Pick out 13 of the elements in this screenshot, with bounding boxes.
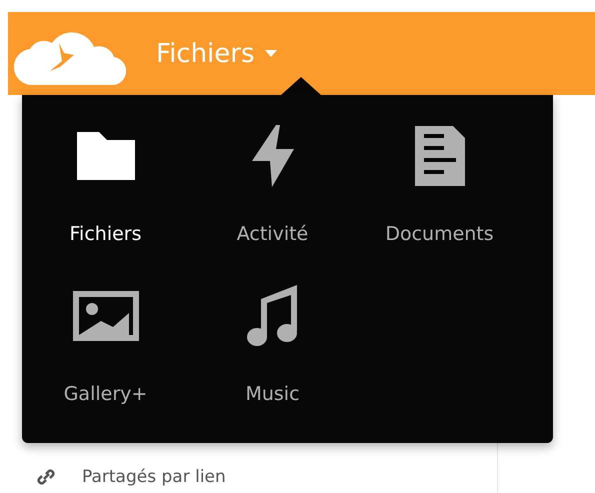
music-note-icon bbox=[246, 285, 298, 347]
image-icon bbox=[72, 291, 138, 341]
document-icon bbox=[414, 126, 464, 186]
sidebar-item[interactable]: Partagés par lien bbox=[82, 467, 226, 487]
app-menu-item[interactable]: Music bbox=[189, 281, 356, 405]
link-icon bbox=[36, 467, 56, 487]
app-menu-item[interactable]: Gallery+ bbox=[22, 281, 189, 405]
folder-icon bbox=[76, 132, 134, 180]
app-menu-item[interactable]: Activité bbox=[189, 121, 356, 245]
app-menu-item[interactable]: Fichiers bbox=[22, 121, 189, 245]
app-menu-item[interactable]: Documents bbox=[356, 121, 523, 245]
caret-icon bbox=[264, 50, 277, 57]
lightning-icon bbox=[252, 125, 294, 187]
